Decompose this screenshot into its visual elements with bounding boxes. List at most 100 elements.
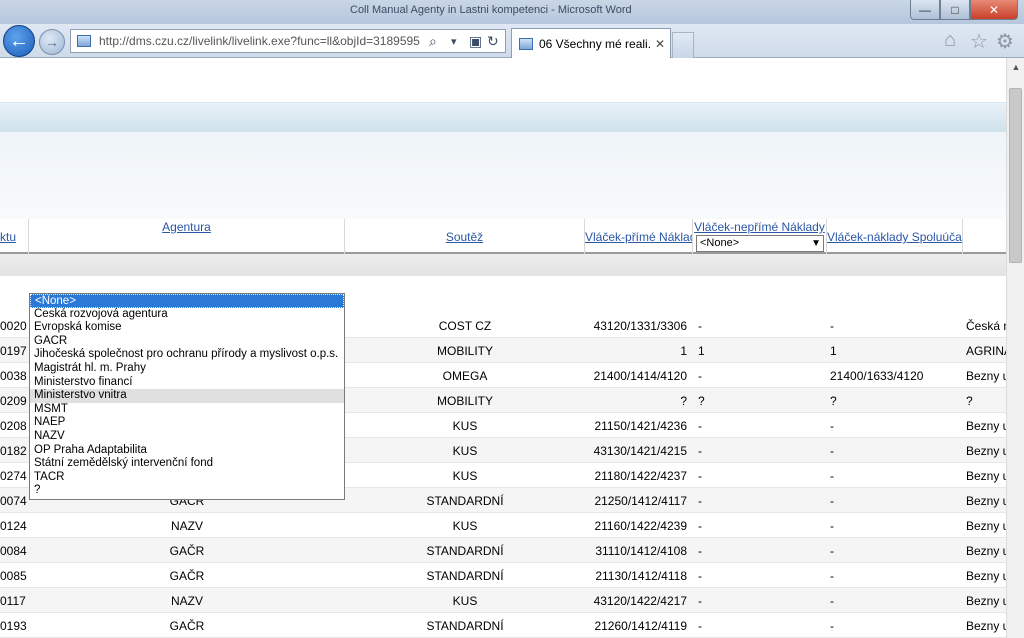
dropdown-option[interactable]: Ministerstvo financí [30,376,344,390]
dropdown-option[interactable]: Státní zemědělský intervenční fond [30,457,344,471]
page-favicon-icon [77,35,91,47]
cell-prime-naklady: 21130/1412/4118 [595,569,687,583]
cell-prime-naklady: 21150/1421/4236 [594,419,687,433]
table-row[interactable]: 0085 GAČR STANDARDNÍ 21130/1412/4118- - Bezny… [0,563,1006,588]
column-header-spoluucast[interactable]: Vláček-náklady Spoluúčast [827,219,963,254]
table-row[interactable]: 0084 GAČR STANDARDNÍ 31110/1412/4108- - Bezny… [0,538,1006,563]
cell-next-column: Bezny u [966,594,1006,608]
search-icon[interactable]: ⌕ [429,33,437,50]
cell-soutez: MOBILITY [436,394,493,408]
column-header-neprime-naklady[interactable]: Vláček-nepřímé Náklady <None> ▼ [693,219,827,254]
column-link-spoluucast[interactable]: Vláček-náklady Spoluúčast [827,230,962,244]
cell-agentura: GAČR [169,619,205,633]
cell-soutez: MOBILITY [436,344,493,358]
close-window-button[interactable]: ✕ [970,0,1018,20]
cell-soutez: KUS [452,419,478,433]
cell-next-column: Bezny u [966,619,1006,633]
agentura-dropdown-list[interactable]: <None> Česká rozvojová agentura Evropská k… [29,293,345,500]
chevron-down-icon: ▼ [811,238,821,249]
url-text[interactable]: http://dms.czu.cz/livelink/livelink.exe?… [99,34,429,48]
column-header-projektu[interactable]: ktu [0,219,29,254]
table-row[interactable]: 0124 NAZV KUS 21160/1422/4239- - Bezny u [0,513,1006,538]
column-link-prime-naklady[interactable]: Vláček-přímé Náklady [585,230,692,244]
cell-soutez: KUS [452,519,478,533]
neprime-filter-select[interactable]: <None> ▼ [696,235,824,252]
cell-next-column: Bezny u [966,569,1006,583]
cell-spoluucast: - [830,519,834,533]
table-row[interactable]: 0193 GAČR STANDARDNÍ 21260/1412/4119- - Bezny… [0,613,1006,638]
dropdown-option[interactable]: Magistrát hl. m. Prahy [30,362,344,376]
cell-next-column: Bezny u [966,444,1006,458]
column-link-neprime-naklady[interactable]: Vláček-nepřímé Náklady [693,220,826,234]
cell-prime-naklady: 21180/1422/4237 [594,469,687,483]
dropdown-option[interactable]: MŠMT [30,403,344,417]
column-link-agentura[interactable]: Agentura [29,220,344,234]
dropdown-option[interactable]: Evropská komise [30,321,344,335]
dropdown-option[interactable]: <None> [30,294,344,308]
forward-button[interactable]: → [39,29,65,55]
dropdown-option[interactable]: ? [30,484,344,498]
cell-projekt-id: 0208 [0,419,27,433]
cell-soutez: STANDARDNÍ [426,569,504,583]
cell-spoluucast: - [830,319,834,333]
cell-soutez: KUS [452,594,478,608]
cell-agentura: NAZV [170,594,203,608]
cell-prime-naklady: 43120/1331/3306 [593,319,687,333]
cell-neprime-naklady: - [698,619,702,633]
cell-agentura: NAZV [170,519,203,533]
cell-neprime-naklady: - [698,469,702,483]
dropdown-option[interactable]: TAČR [30,471,344,485]
cell-next-column: ? [966,394,973,408]
settings-gear-icon[interactable]: ⚙ [996,29,1014,54]
tab-active[interactable]: 06 Všechny mé reali... ✕ [511,28,671,58]
dropdown-option[interactable]: Jihočeská společnost pro ochranu přírody… [30,348,344,362]
cell-neprime-naklady: ? [698,394,705,408]
cell-projekt-id: 0182 [0,444,27,458]
column-link-projektu[interactable]: ktu [0,230,28,244]
back-button[interactable]: ← [3,25,35,57]
refresh-icon[interactable]: ↻ [487,33,499,50]
cell-next-column: Bezny u [966,544,1006,558]
cell-projekt-id: 0074 [0,494,27,508]
dropdown-option[interactable]: GAČR [30,335,344,349]
cell-spoluucast: - [830,444,834,458]
tab-close-icon[interactable]: ✕ [655,37,665,51]
minimize-button[interactable]: — [910,0,940,20]
neprime-filter-value: <None> [700,237,740,249]
scrollbar-thumb[interactable] [1009,88,1022,263]
table-row[interactable]: 0117 NAZV KUS 43120/1422/4217- - Bezny u [0,588,1006,613]
cell-neprime-naklady: 1 [698,344,705,358]
cell-prime-naklady: ? [680,394,687,408]
column-header-soutez[interactable]: Soutěž [345,219,585,254]
cell-neprime-naklady: - [698,569,702,583]
maximize-button[interactable]: □ [940,0,970,20]
dropdown-option[interactable]: OP Praha Adaptabilita [30,444,344,458]
dropdown-option[interactable]: Česká rozvojová agentura [30,308,344,322]
compatibility-view-icon[interactable]: ▣ [469,33,482,50]
cell-soutez: KUS [452,444,478,458]
new-tab-button[interactable] [672,32,694,58]
favorites-icon[interactable]: ☆ [970,29,988,54]
tab-title: 06 Všechny mé reali... [539,36,651,51]
cell-projekt-id: 0084 [0,544,27,558]
dropdown-option[interactable]: NAZV [30,430,344,444]
column-header-prime-naklady[interactable]: Vláček-přímé Náklady [585,219,693,254]
cell-prime-naklady: 43120/1422/4217 [593,594,687,608]
window-titlebar: Coll Manual Agenty in Lastni kompetenci … [0,0,1024,24]
scroll-up-arrow-icon[interactable]: ▲ [1007,58,1024,76]
cell-projekt-id: 0193 [0,619,27,633]
home-icon[interactable]: ⌂ [944,29,956,52]
cell-next-column: Česká na [966,319,1006,333]
address-bar[interactable]: http://dms.czu.cz/livelink/livelink.exe?… [70,29,506,53]
column-header-agentura[interactable]: Agentura [29,219,345,254]
dropdown-option[interactable]: Ministerstvo vnitra [30,389,344,403]
address-dropdown-icon[interactable]: ▾ [451,35,457,48]
cell-agentura: GAČR [169,569,205,583]
dropdown-option[interactable]: NAEP [30,416,344,430]
vertical-scrollbar[interactable]: ▲ [1006,58,1024,638]
column-link-soutez[interactable]: Soutěž [345,230,584,244]
cell-neprime-naklady: - [698,319,702,333]
cell-neprime-naklady: - [698,544,702,558]
cell-prime-naklady: 43130/1421/4215 [593,444,687,458]
cell-spoluucast: 1 [830,344,837,358]
